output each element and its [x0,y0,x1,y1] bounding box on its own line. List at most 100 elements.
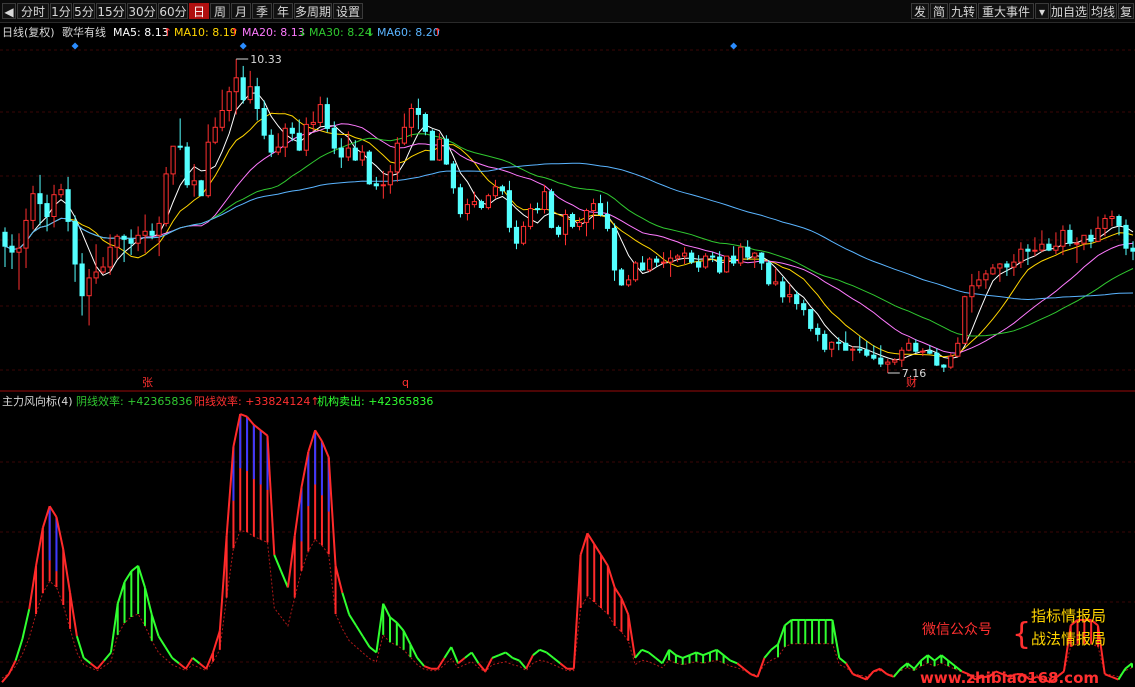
event-diamond-icon[interactable] [730,42,738,50]
candle-body [583,210,590,223]
candle-body [1123,224,1129,249]
candle-body [836,341,842,344]
candle-body [1039,243,1045,251]
candle [555,225,562,238]
toolbar-right-button-1[interactable]: 简 [930,3,948,19]
toolbar-button-1[interactable]: 分时 [17,3,49,19]
candle-body [240,77,246,101]
indicator-outline-segment [423,665,432,670]
indicator-outline-segment [763,649,772,659]
candle-body [990,267,996,275]
candle-body [331,127,337,149]
candle-body [23,219,29,249]
candle [380,170,386,199]
candle-body [457,187,463,215]
candle-body [962,296,968,344]
toolbar-button-3[interactable]: 5分 [73,3,95,19]
event-mark-zhang[interactable]: 张 [142,376,153,389]
candle-body [387,171,393,186]
indicator-outline-segment [286,535,296,588]
event-mark-cai[interactable]: 财 [906,375,917,389]
indicator-outline-segment [512,656,520,662]
candles [2,58,1135,373]
bear-efficiency: 阴线效率: +42365836 [76,394,192,408]
toolbar-button-11[interactable]: 年 [273,3,293,19]
toolbar-right-button-2[interactable]: 九转 [949,3,977,19]
candle-body [9,245,15,253]
candle-body [520,225,527,244]
candle-body [899,349,905,361]
indicator-outline-segment [859,675,867,681]
candle [58,183,64,198]
indicator-outline-segment [689,651,697,657]
candle [829,341,835,358]
event-mark-q[interactable]: q [402,376,409,389]
candle-body [275,146,281,153]
toolbar-button-7[interactable]: 日 [189,3,209,19]
toolbar-right-button-6[interactable]: 均线 [1089,3,1117,19]
candle-body [661,261,667,264]
toolbar-button-4[interactable]: 15分 [96,3,126,19]
candle [366,150,372,185]
toolbar-right-button-3[interactable]: 重大事件 [978,3,1034,19]
toolbar-button-6[interactable]: 60分 [158,3,188,19]
candle [843,331,849,351]
indicator-outline-segment [402,630,412,645]
candle [590,198,597,230]
indicator-outline-segment [341,592,351,615]
indicator-outline-segment [641,648,650,654]
candle [955,337,961,358]
toolbar-button-12[interactable]: 多周期 [294,3,332,19]
candle [1011,254,1017,276]
toolbar-right-button-5[interactable]: 加自选 [1050,3,1088,19]
candle-body [703,255,709,268]
candle-body [927,350,933,354]
toolbar-button-5[interactable]: 30分 [127,3,157,19]
candle [1039,230,1045,253]
candle-body [878,357,884,365]
candle-body [1025,248,1031,252]
candle-body [976,279,982,287]
candle [703,253,709,269]
indicator-outline-segment [355,624,364,637]
indicator-outline-segment [62,549,72,594]
toolbar-right-button-0[interactable]: 发 [911,3,929,19]
toolbar-button-13[interactable]: 设置 [333,3,363,19]
candle-body [114,235,120,248]
event-diamond-icon[interactable] [239,42,247,50]
indicator-outline-segment [103,651,112,662]
candle-body [436,138,442,161]
indicator-outline-segment [232,413,242,447]
toolbar-button-9[interactable]: 月 [231,3,251,19]
candle [275,133,281,156]
candle [457,183,463,218]
event-diamond-icon[interactable] [71,42,79,50]
toolbar-button-2[interactable]: 1分 [50,3,72,19]
indicator-outline-segment [892,668,902,678]
watermark-brace: { [1012,617,1031,652]
indicator-outline-segment [1111,675,1119,681]
candle-body [93,271,99,279]
candle [668,250,674,277]
candle [597,194,604,217]
toolbar-button-8[interactable]: 周 [210,3,230,19]
indicator-outline-segment [722,654,731,662]
toolbar-right-button-4[interactable]: ▾ [1035,3,1049,19]
candle [128,229,134,256]
indicator-outline-segment [41,505,51,529]
toolbar-right-button-7[interactable]: 复 [1118,3,1134,19]
candle [282,123,288,158]
candle-body [885,361,891,365]
indicator-outline-segment [443,646,453,659]
indicator-outline-segment [927,654,936,662]
indicator-outline-segment [539,648,547,654]
indicator-outline-segment [218,535,228,631]
toolbar-button-0[interactable]: ◀ [2,3,16,19]
candle-body [366,151,372,185]
indicator-outline-segment [872,667,881,673]
indicator-outline-segment [361,635,371,648]
candle [906,338,912,352]
indicator-outline-segment [736,662,745,670]
toolbar-button-10[interactable]: 季 [252,3,272,19]
watermark-line1: 指标情报局 [1031,607,1106,625]
